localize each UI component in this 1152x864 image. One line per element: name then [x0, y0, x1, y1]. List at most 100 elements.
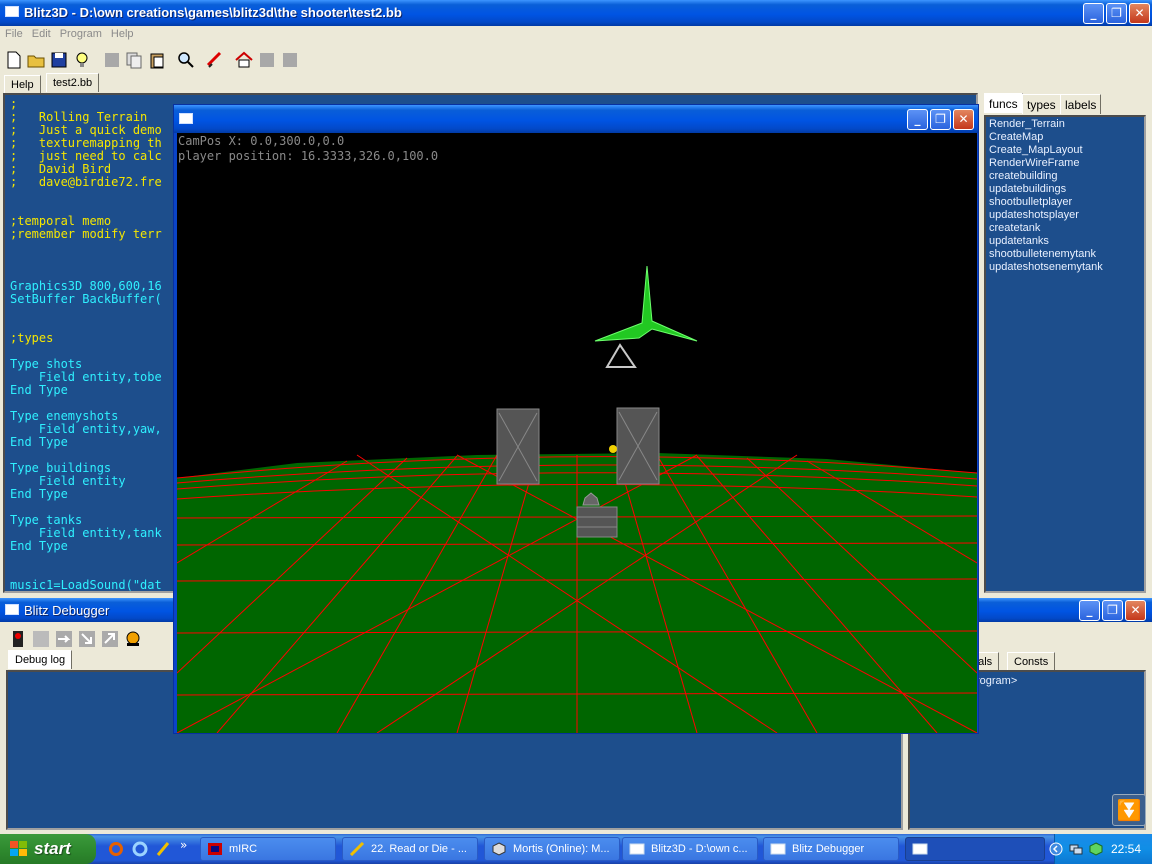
- function-item[interactable]: createtank: [989, 222, 1141, 235]
- function-item[interactable]: createbuilding: [989, 170, 1141, 183]
- debugger-maximize-button[interactable]: ❐: [1102, 600, 1123, 621]
- code-line: End Type: [10, 539, 68, 553]
- taskbar-label: Blitz Debugger: [792, 843, 865, 855]
- game-minimize-button[interactable]: _: [907, 109, 928, 130]
- program-label: rogram>: [976, 675, 1018, 687]
- menu-program[interactable]: Program: [55, 26, 106, 40]
- game-close-button[interactable]: ✕: [953, 109, 974, 130]
- home-icon[interactable]: [235, 51, 253, 69]
- taskbar: start » mIRC 22. Read or Die - ... Morti…: [0, 834, 1152, 864]
- code-line: ; dave@birdie72.fre: [10, 175, 162, 189]
- app-icon: [5, 6, 19, 17]
- menu-file[interactable]: File: [0, 26, 27, 40]
- debugger-minimize-button[interactable]: _: [1079, 600, 1100, 621]
- menu-edit[interactable]: Edit: [27, 26, 55, 40]
- minimize-button[interactable]: _: [1083, 3, 1104, 24]
- function-item[interactable]: shootbulletplayer: [989, 196, 1141, 209]
- function-item[interactable]: Create_MapLayout: [989, 144, 1141, 157]
- mirc-icon: [208, 843, 222, 855]
- taskbar-button-winamp[interactable]: 22. Read or Die - ...: [342, 837, 478, 861]
- debugger-close-button[interactable]: ✕: [1125, 600, 1146, 621]
- ide-title-bar[interactable]: Blitz3D - D:\own creations\games\blitz3d…: [0, 0, 1152, 26]
- find-icon[interactable]: [177, 51, 195, 69]
- forward-icon[interactable]: [281, 51, 299, 69]
- code-line: music1=LoadSound("dat: [10, 578, 162, 592]
- run-icon[interactable]: [32, 630, 50, 648]
- taskbar-button-debugger[interactable]: Blitz Debugger: [763, 837, 899, 861]
- function-item[interactable]: CreateMap: [989, 131, 1141, 144]
- tab-help[interactable]: Help: [4, 75, 41, 94]
- close-button[interactable]: ✕: [1129, 3, 1150, 24]
- hud-overlay: CamPos X: 0.0,300.0,0.0 player position: …: [178, 134, 438, 164]
- back-icon[interactable]: [258, 51, 276, 69]
- tab-types[interactable]: types: [1022, 94, 1061, 114]
- menu-bar: File Edit Program Help: [0, 26, 1152, 44]
- tray-expand-icon[interactable]: [1049, 841, 1063, 857]
- taskbar-button-blitz3d[interactable]: Blitz3D - D:\own c...: [622, 837, 758, 861]
- game-app-icon: [179, 113, 193, 124]
- step-out-icon[interactable]: [101, 630, 119, 648]
- step-over-icon[interactable]: [55, 630, 73, 648]
- bullet-shot: [609, 445, 617, 453]
- step-into-icon[interactable]: [78, 630, 96, 648]
- open-folder-icon[interactable]: [27, 51, 45, 69]
- function-item[interactable]: RenderWireFrame: [989, 157, 1141, 170]
- quicklaunch-more-chevron[interactable]: »: [180, 838, 187, 852]
- taskbar-label: Mortis (Online): M...: [513, 843, 610, 855]
- game-viewport[interactable]: CamPos X: 0.0,300.0,0.0 player position: …: [177, 133, 977, 733]
- debugger-app-icon: [5, 604, 19, 615]
- game-maximize-button[interactable]: ❐: [930, 109, 951, 130]
- code-line: End Type: [10, 383, 68, 397]
- code-line: End Type: [10, 435, 68, 449]
- game-title-bar[interactable]: _ ❐ ✕: [174, 105, 978, 133]
- tab-test2-bb[interactable]: test2.bb: [46, 73, 100, 92]
- run-program-icon[interactable]: [206, 51, 224, 69]
- start-button[interactable]: start: [0, 834, 96, 864]
- window-icon: [629, 843, 645, 855]
- code-line: SetBuffer BackBuffer(: [10, 292, 162, 306]
- network-icon[interactable]: [1069, 842, 1083, 856]
- tab-debug-log[interactable]: Debug log: [8, 650, 73, 669]
- copy-icon[interactable]: [125, 51, 143, 69]
- internet-explorer-icon[interactable]: [132, 841, 148, 857]
- new-file-icon[interactable]: [5, 51, 23, 69]
- code-line: ;remember modify terr: [10, 227, 162, 241]
- clock[interactable]: 22:54: [1111, 842, 1141, 856]
- menu-help[interactable]: Help: [106, 26, 138, 40]
- tab-funcs[interactable]: funcs: [984, 93, 1023, 113]
- taskbar-button-game[interactable]: [905, 837, 1045, 861]
- winamp-quicklaunch-icon[interactable]: [155, 841, 171, 857]
- taskbar-button-messenger[interactable]: Mortis (Online): M...: [484, 837, 620, 861]
- window-icon: [770, 843, 786, 855]
- function-item[interactable]: shootbulletenemytank: [989, 248, 1141, 261]
- function-item[interactable]: updateshotsenemytank: [989, 261, 1141, 274]
- tray-app-icon[interactable]: [1089, 842, 1103, 856]
- system-tray: 22:54: [1049, 834, 1152, 864]
- function-item[interactable]: Render_Terrain: [989, 118, 1141, 131]
- taskbar-label: 22. Read or Die - ...: [371, 843, 467, 855]
- building-left: [496, 408, 540, 485]
- campos-readout: CamPos X: 0.0,300.0,0.0: [178, 134, 345, 148]
- taskbar-button-mirc[interactable]: mIRC: [200, 837, 336, 861]
- maximize-button[interactable]: ❐: [1106, 3, 1127, 24]
- end-icon[interactable]: [124, 630, 142, 648]
- cut-icon[interactable]: [103, 51, 121, 69]
- windows-logo-icon: [10, 841, 27, 856]
- winamp-icon: [349, 842, 365, 856]
- save-icon[interactable]: [50, 51, 68, 69]
- terrain-scene: [177, 265, 977, 733]
- function-item[interactable]: updatebuildings: [989, 183, 1141, 196]
- firefox-icon[interactable]: [108, 841, 124, 857]
- messenger-icon: [492, 842, 506, 856]
- scheduler-icon[interactable]: ⏬: [1112, 794, 1146, 826]
- function-list: Render_Terrain CreateMap Create_MapLayou…: [984, 115, 1146, 593]
- tab-consts[interactable]: Consts: [1007, 652, 1056, 671]
- player-position-readout: player position: 16.3333,326.0,100.0: [178, 149, 439, 163]
- taskbar-label: mIRC: [229, 843, 258, 855]
- paste-icon[interactable]: [148, 51, 166, 69]
- tab-labels[interactable]: labels: [1060, 94, 1102, 114]
- function-item[interactable]: updateshotsplayer: [989, 209, 1141, 222]
- stop-icon[interactable]: [9, 630, 27, 648]
- function-item[interactable]: updatetanks: [989, 235, 1141, 248]
- lightbulb-icon[interactable]: [73, 51, 91, 69]
